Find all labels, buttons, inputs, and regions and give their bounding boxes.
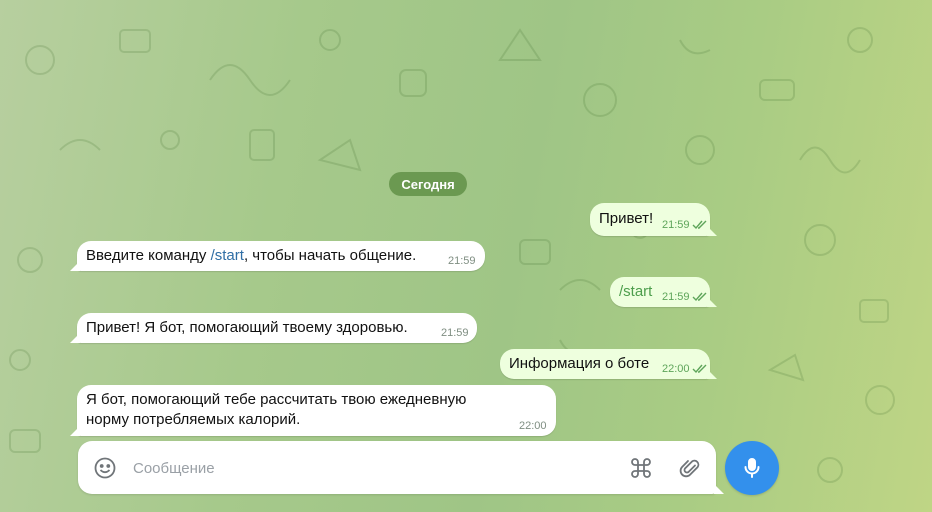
date-separator: Сегодня bbox=[389, 172, 467, 196]
message-time: 22:00 bbox=[519, 420, 547, 432]
message-text: Привет! Я бот, помогающий твоему здоровь… bbox=[86, 319, 408, 336]
message-text-line-2: норму потребляемых калорий. bbox=[86, 411, 301, 428]
incoming-message[interactable]: Привет! Я бот, помогающий твоему здоровь… bbox=[70, 313, 477, 343]
message-text: Введите команду /start, чтобы начать общ… bbox=[86, 247, 417, 264]
microphone-icon bbox=[744, 458, 760, 478]
message-meta: 22:00 bbox=[662, 363, 708, 375]
message-time: 22:00 bbox=[662, 363, 690, 375]
outgoing-message[interactable]: /start 21:59 bbox=[610, 277, 717, 307]
message-time: 21:59 bbox=[448, 255, 476, 267]
message-meta: 21:59 bbox=[662, 291, 708, 303]
double-check-icon bbox=[692, 364, 707, 374]
command-icon[interactable] bbox=[628, 455, 654, 481]
message-text: Привет! bbox=[599, 210, 654, 227]
double-check-icon bbox=[692, 220, 707, 230]
double-check-icon bbox=[692, 292, 707, 302]
outgoing-message[interactable]: Привет! 21:59 bbox=[590, 203, 717, 236]
message-meta: 21:59 bbox=[662, 219, 708, 231]
incoming-message[interactable]: Введите команду /start, чтобы начать общ… bbox=[70, 241, 485, 271]
bot-command-link[interactable]: /start bbox=[619, 282, 652, 302]
outgoing-message[interactable]: Информация о боте 22:00 bbox=[500, 349, 717, 379]
bot-command-link[interactable]: /start bbox=[211, 247, 244, 264]
message-time: 21:59 bbox=[441, 327, 469, 339]
incoming-message[interactable]: Я бот, помогающий тебе рассчитать твою е… bbox=[70, 385, 556, 436]
message-composer bbox=[78, 441, 724, 494]
voice-record-button[interactable] bbox=[725, 441, 779, 495]
message-input[interactable] bbox=[131, 455, 615, 481]
message-time: 21:59 bbox=[662, 219, 690, 231]
message-text: Информация о боте bbox=[509, 355, 650, 372]
message-time: 21:59 bbox=[662, 291, 690, 303]
emoji-icon[interactable] bbox=[92, 455, 118, 481]
message-text-line-1: Я бот, помогающий тебе рассчитать твою е… bbox=[86, 391, 467, 408]
attach-icon[interactable] bbox=[677, 455, 703, 481]
